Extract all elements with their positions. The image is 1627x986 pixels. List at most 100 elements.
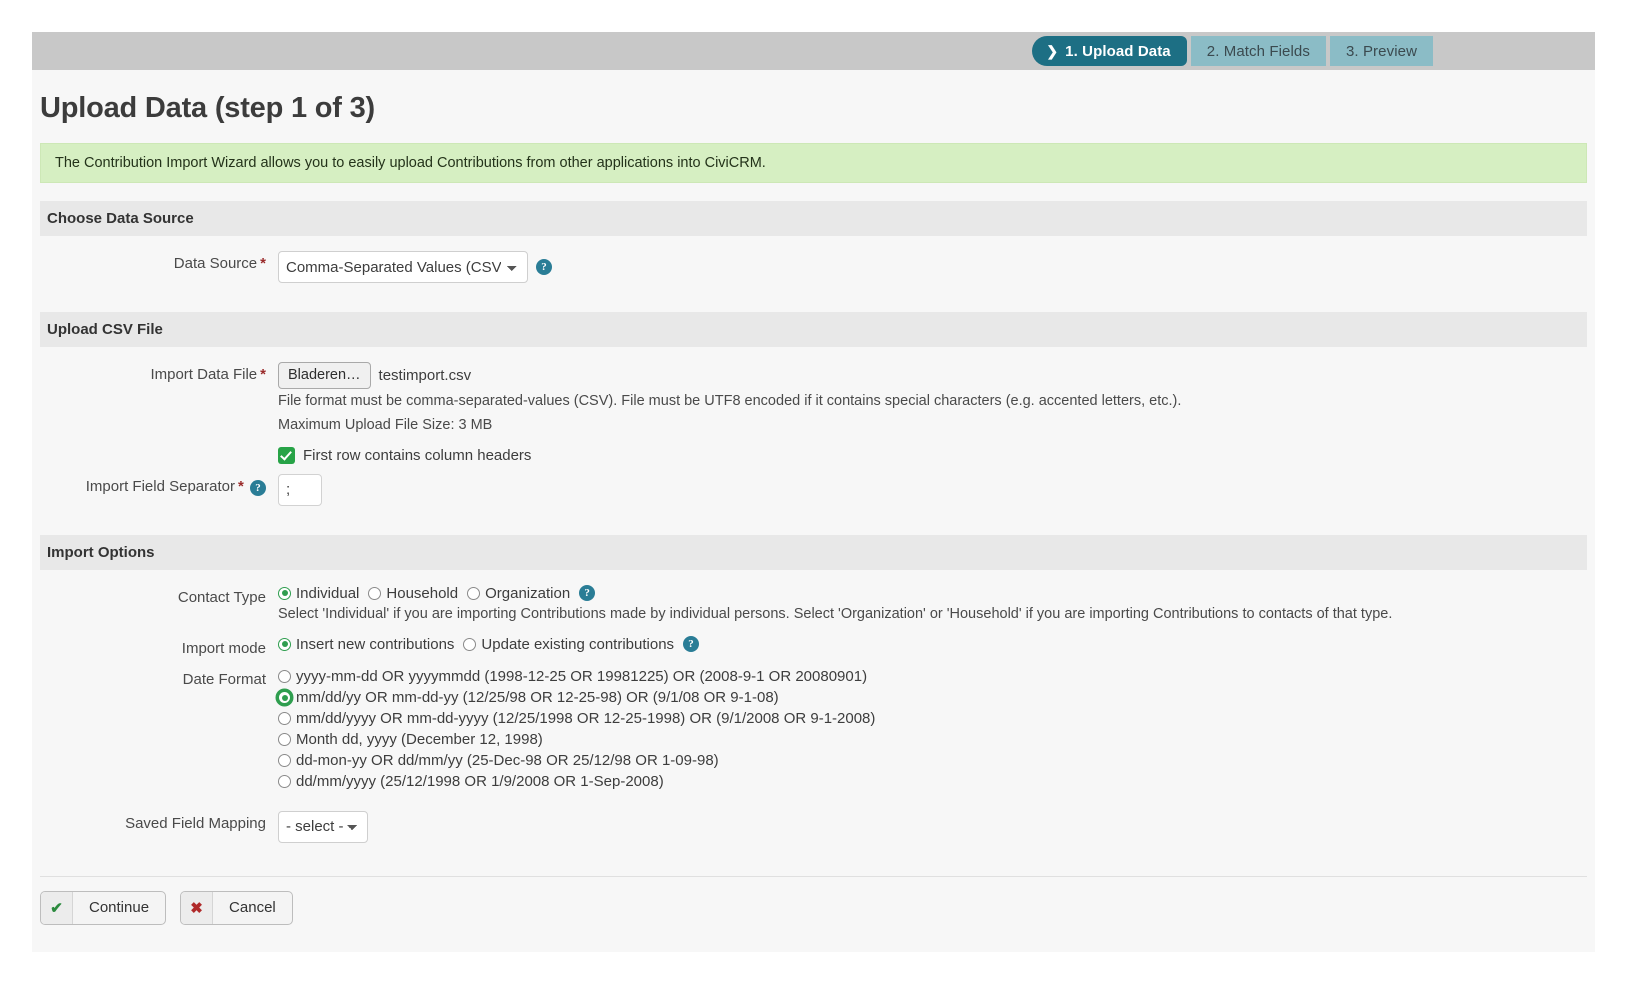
date-format-label: Date Format: [40, 667, 278, 688]
data-source-field: Comma-Separated Values (CSV) ?: [278, 251, 1587, 283]
section-header-choose-data-source: Choose Data Source: [40, 201, 1587, 236]
date-format-option-0[interactable]: yyyy-mm-dd OR yyyymmdd (1998-12-25 OR 19…: [278, 667, 1587, 687]
date-format-option-1[interactable]: mm/dd/yy OR mm-dd-yy (12/25/98 OR 12-25-…: [278, 688, 1587, 708]
wizard-step-upload-data[interactable]: ❯ 1. Upload Data: [1032, 36, 1186, 66]
radio-icon[interactable]: [278, 733, 291, 746]
required-marker: *: [260, 366, 266, 383]
form-row-saved-field-mapping: Saved Field Mapping - select -: [40, 797, 1587, 848]
selected-file-name: testimport.csv: [379, 367, 472, 384]
close-icon: ✖: [181, 892, 213, 924]
import-field-separator-label-text: Import Field Separator: [86, 478, 235, 495]
radio-label: dd/mm/yyyy (25/12/1998 OR 1/9/2008 OR 1-…: [296, 773, 664, 790]
radio-icon[interactable]: [368, 587, 381, 600]
radio-icon[interactable]: [278, 670, 291, 683]
continue-button[interactable]: ✔ Continue: [40, 891, 166, 925]
radio-icon[interactable]: [278, 712, 291, 725]
import-mode-field: Insert new contributions Update existing…: [278, 636, 1587, 653]
contact-type-option-household[interactable]: Household: [368, 585, 458, 602]
form-row-import-data-file: Import Data File* Bladeren… testimport.c…: [40, 357, 1587, 469]
cancel-button[interactable]: ✖ Cancel: [180, 891, 293, 925]
date-format-radio-group: yyyy-mm-dd OR yyyymmdd (1998-12-25 OR 19…: [278, 667, 1587, 792]
help-icon[interactable]: ?: [536, 259, 552, 275]
radio-label: Update existing contributions: [481, 636, 674, 653]
radio-label: mm/dd/yyyy OR mm-dd-yyyy (12/25/1998 OR …: [296, 710, 875, 727]
file-format-help-line-1: File format must be comma-separated-valu…: [278, 389, 1587, 413]
saved-field-mapping-select[interactable]: - select -: [278, 811, 368, 843]
required-marker: *: [238, 478, 244, 495]
import-data-file-label: Import Data File*: [40, 362, 278, 383]
required-marker: *: [260, 255, 266, 272]
date-format-option-4[interactable]: dd-mon-yy OR dd/mm/yy (25-Dec-98 OR 25/1…: [278, 751, 1587, 771]
form-row-import-field-separator: Import Field Separator* ?: [40, 469, 1587, 511]
form-row-data-source: Data Source* Comma-Separated Values (CSV…: [40, 246, 1587, 288]
section-header-upload-csv-file: Upload CSV File: [40, 312, 1587, 347]
cancel-button-label: Cancel: [213, 892, 292, 924]
radio-icon[interactable]: [467, 587, 480, 600]
date-format-field: yyyy-mm-dd OR yyyymmdd (1998-12-25 OR 19…: [278, 667, 1587, 792]
wizard-progress-bar: ❯ 1. Upload Data 2. Match Fields 3. Prev…: [32, 32, 1595, 70]
file-input-line: Bladeren… testimport.csv: [278, 362, 1587, 389]
wizard-step-match-fields[interactable]: 2. Match Fields: [1191, 36, 1326, 66]
data-source-control-line: Comma-Separated Values (CSV) ?: [278, 251, 1587, 283]
radio-icon[interactable]: [278, 587, 291, 600]
radio-icon[interactable]: [278, 691, 291, 704]
saved-field-mapping-label: Saved Field Mapping: [40, 811, 278, 832]
contact-type-radio-group: Individual Household Organization ?: [278, 585, 1587, 602]
page-root: ❯ 1. Upload Data 2. Match Fields 3. Prev…: [0, 0, 1627, 986]
crm-container: ❯ 1. Upload Data 2. Match Fields 3. Prev…: [32, 32, 1595, 952]
import-mode-option-insert[interactable]: Insert new contributions: [278, 636, 454, 653]
saved-field-mapping-field: - select -: [278, 811, 1587, 843]
wizard-step-label: 2. Match Fields: [1207, 43, 1310, 60]
browse-file-button[interactable]: Bladeren…: [278, 362, 371, 389]
import-data-file-field: Bladeren… testimport.csv File format mus…: [278, 362, 1587, 464]
import-mode-label: Import mode: [40, 636, 278, 657]
wizard-step-preview[interactable]: 3. Preview: [1330, 36, 1433, 66]
contact-type-label: Contact Type: [40, 585, 278, 606]
radio-label: Individual: [296, 585, 359, 602]
radio-label: yyyy-mm-dd OR yyyymmdd (1998-12-25 OR 19…: [296, 668, 867, 685]
check-icon: ✔: [41, 892, 73, 924]
radio-label: Month dd, yyyy (December 12, 1998): [296, 731, 543, 748]
wizard-step-label: 3. Preview: [1346, 43, 1417, 60]
section-body-import-options: Contact Type Individual Household: [40, 570, 1587, 854]
help-icon[interactable]: ?: [579, 585, 595, 601]
help-icon[interactable]: ?: [683, 636, 699, 652]
radio-label: dd-mon-yy OR dd/mm/yy (25-Dec-98 OR 25/1…: [296, 752, 719, 769]
page-title: Upload Data (step 1 of 3): [32, 70, 1595, 137]
radio-icon[interactable]: [278, 775, 291, 788]
radio-icon[interactable]: [278, 754, 291, 767]
wizard-step-label: 1. Upload Data: [1065, 43, 1171, 60]
help-icon[interactable]: ?: [250, 480, 266, 496]
date-format-option-5[interactable]: dd/mm/yyyy (25/12/1998 OR 1/9/2008 OR 1-…: [278, 772, 1587, 792]
status-message: The Contribution Import Wizard allows yo…: [40, 143, 1587, 183]
form-row-import-mode: Import mode Insert new contributions Upd…: [40, 631, 1587, 662]
contact-type-option-organization[interactable]: Organization: [467, 585, 570, 602]
data-source-label: Data Source*: [40, 251, 278, 272]
chevron-right-icon: ❯: [1046, 44, 1058, 58]
continue-button-label: Continue: [73, 892, 165, 924]
import-mode-option-update[interactable]: Update existing contributions: [463, 636, 674, 653]
contact-type-help-text: Select 'Individual' if you are importing…: [278, 602, 1587, 626]
import-data-file-label-text: Import Data File: [150, 366, 257, 383]
import-mode-radio-group: Insert new contributions Update existing…: [278, 636, 1587, 653]
wizard-steps: ❯ 1. Upload Data 2. Match Fields 3. Prev…: [1032, 36, 1433, 66]
contact-type-option-individual[interactable]: Individual: [278, 585, 359, 602]
data-source-label-text: Data Source: [174, 255, 257, 272]
radio-icon[interactable]: [278, 638, 291, 651]
data-source-select[interactable]: Comma-Separated Values (CSV): [278, 251, 528, 283]
radio-label: Household: [386, 585, 458, 602]
separator-input-line: [278, 474, 1587, 506]
radio-icon[interactable]: [463, 638, 476, 651]
section-body-choose-data-source: Data Source* Comma-Separated Values (CSV…: [40, 236, 1587, 294]
date-format-option-2[interactable]: mm/dd/yyyy OR mm-dd-yyyy (12/25/1998 OR …: [278, 709, 1587, 729]
first-row-headers-checkbox[interactable]: [278, 447, 295, 464]
first-row-headers-label: First row contains column headers: [303, 447, 531, 464]
first-row-headers-row: First row contains column headers: [278, 437, 1587, 464]
import-field-separator-field: [278, 474, 1587, 506]
saved-field-mapping-control-line: - select -: [278, 811, 1587, 843]
radio-label: Organization: [485, 585, 570, 602]
date-format-option-3[interactable]: Month dd, yyyy (December 12, 1998): [278, 730, 1587, 750]
radio-label: mm/dd/yy OR mm-dd-yy (12/25/98 OR 12-25-…: [296, 689, 779, 706]
import-field-separator-input[interactable]: [278, 474, 322, 506]
form-row-contact-type: Contact Type Individual Household: [40, 580, 1587, 631]
